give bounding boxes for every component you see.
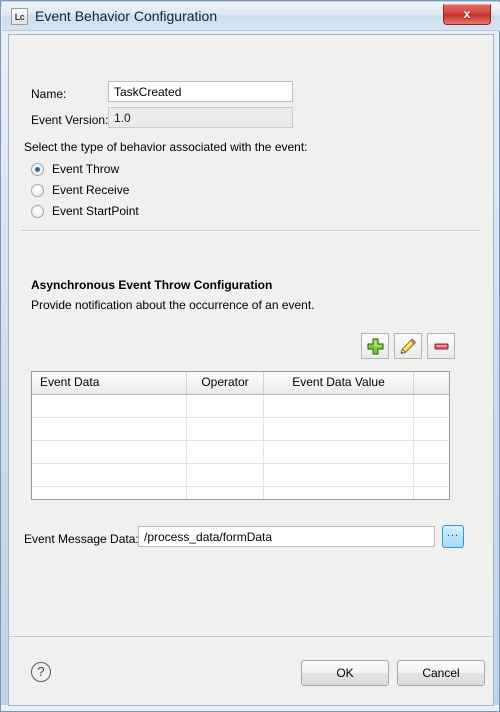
radio-event-throw[interactable]: Event Throw [31,160,119,178]
event-message-data-label: Event Message Data: [24,532,139,546]
table-cell-event-data [32,441,187,463]
table-cell-extra [414,418,449,440]
table-row[interactable] [32,395,449,418]
table-cell-extra [414,395,449,417]
radio-label-event-startpoint: Event StartPoint [52,204,139,218]
section-title: Asynchronous Event Throw Configuration [31,278,273,292]
table-cell-operator [187,487,264,499]
dialog-window: Lc Event Behavior Configuration x Name: … [0,0,500,712]
table-cell-event-data-value [264,441,414,463]
table-cell-operator [187,418,264,440]
radio-event-startpoint[interactable]: Event StartPoint [31,202,139,220]
title-bar[interactable]: Lc Event Behavior Configuration x [2,2,500,31]
cancel-button[interactable]: Cancel [397,660,485,686]
radio-label-event-throw: Event Throw [52,162,120,176]
column-header-extra[interactable] [414,372,449,394]
table-cell-operator [187,395,264,417]
close-icon[interactable]: x [443,4,491,25]
name-input[interactable]: TaskCreated [108,81,293,102]
table-cell-event-data-value [264,464,414,486]
ok-button[interactable]: OK [301,660,389,686]
add-icon [366,338,384,355]
app-icon: Lc [11,8,28,25]
edit-row-button[interactable] [394,333,422,359]
table-cell-extra [414,441,449,463]
section-divider [22,230,480,232]
event-version-label: Event Version: [31,113,109,127]
table-row[interactable] [32,441,449,464]
table-cell-extra [414,464,449,486]
footer-divider [9,636,493,637]
event-version-input: 1.0 [108,107,293,128]
event-message-data-input[interactable]: /process_data/formData [138,526,435,547]
table-row[interactable] [32,418,449,441]
table-cell-operator [187,464,264,486]
table-row[interactable] [32,487,449,499]
table-cell-event-data-value [264,487,414,499]
radio-event-receive[interactable]: Event Receive [31,181,129,199]
remove-row-button[interactable] [427,333,455,359]
column-header-operator[interactable]: Operator [187,372,264,394]
table-cell-event-data-value [264,395,414,417]
browse-button[interactable]: ... [442,525,464,548]
window-title: Event Behavior Configuration [35,8,218,24]
radio-label-event-receive: Event Receive [52,183,130,197]
name-label: Name: [31,87,67,101]
behavior-prompt-label: Select the type of behavior associated w… [24,140,308,154]
table-cell-event-data [32,395,187,417]
table-cell-operator [187,441,264,463]
radio-indicator-event-startpoint[interactable] [31,204,44,218]
dialog-client-area: Name: TaskCreated Event Version: 1.0 Sel… [8,34,494,706]
radio-indicator-event-throw[interactable] [31,162,44,176]
event-data-table[interactable]: Event Data Operator Event Data Value [31,371,450,500]
add-row-button[interactable] [361,333,389,359]
column-header-event-data-value[interactable]: Event Data Value [264,372,414,394]
help-icon[interactable]: ? [31,662,51,682]
table-cell-event-data [32,464,187,486]
table-cell-event-data [32,487,187,499]
section-subtitle: Provide notification about the occurrenc… [31,298,315,312]
remove-icon [433,343,449,350]
table-header-row: Event Data Operator Event Data Value [32,372,449,395]
edit-icon [400,338,416,354]
column-header-event-data[interactable]: Event Data [32,372,187,394]
radio-indicator-event-receive[interactable] [31,183,44,197]
table-cell-extra [414,487,449,499]
table-cell-event-data-value [264,418,414,440]
table-row[interactable] [32,464,449,487]
table-cell-event-data [32,418,187,440]
